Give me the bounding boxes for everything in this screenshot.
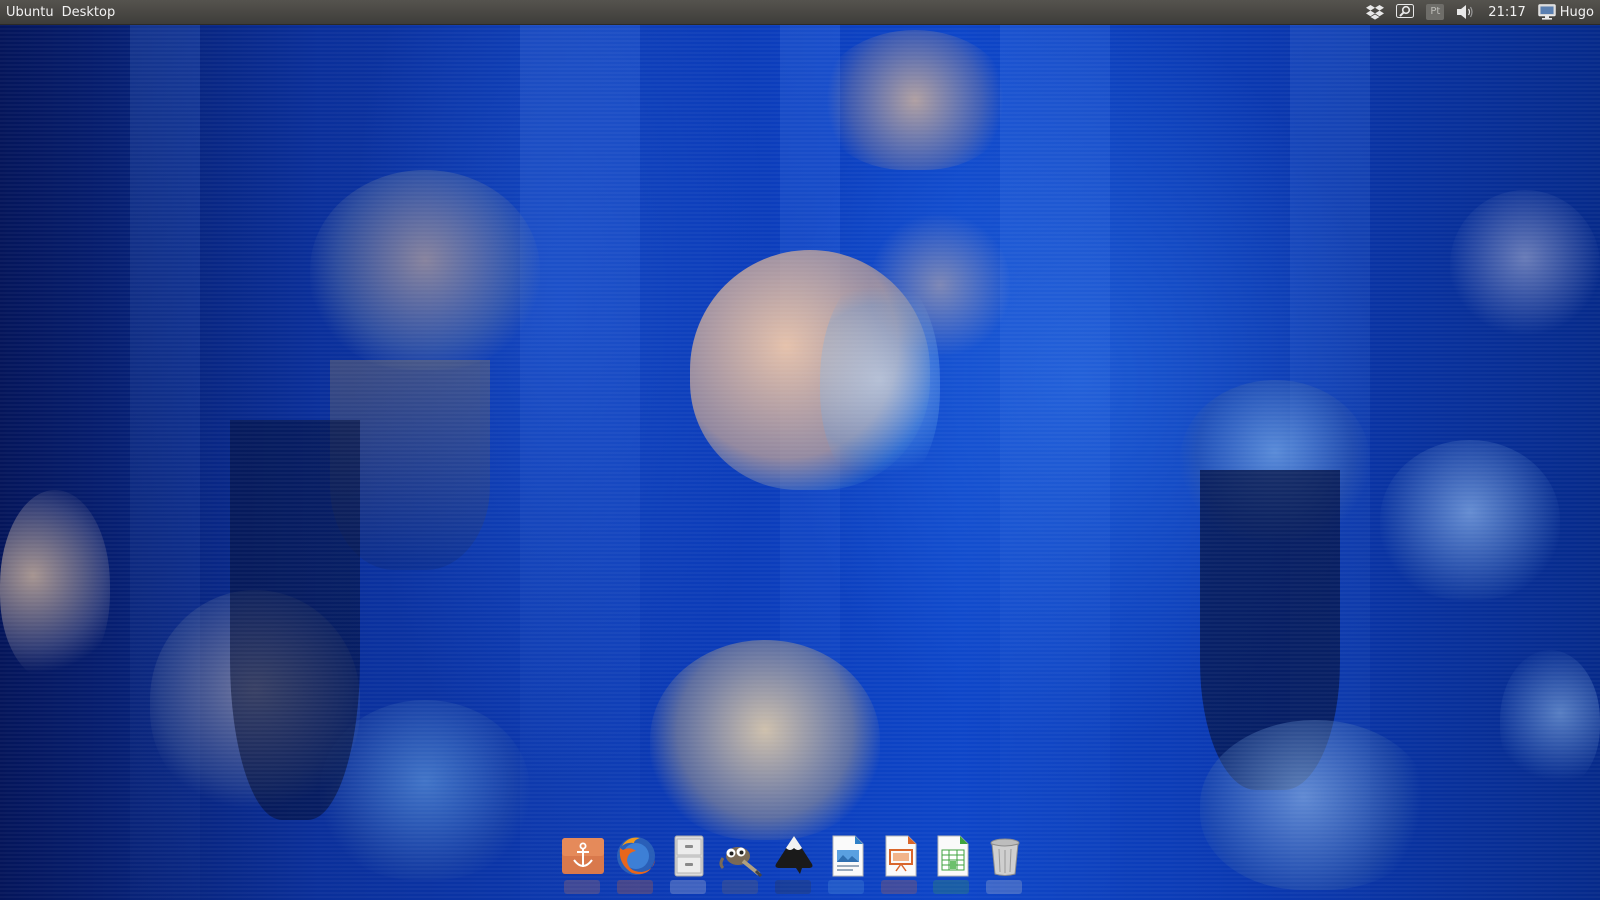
gimp-icon (719, 834, 763, 878)
libreoffice-calc-icon (930, 834, 974, 878)
inkscape-icon (772, 834, 816, 878)
dock-item-gimp[interactable] (718, 834, 764, 898)
search-icon[interactable] (1396, 0, 1415, 24)
keyboard-layout-icon[interactable]: Pt (1426, 0, 1445, 24)
volume-icon[interactable] (1456, 0, 1476, 24)
clock[interactable]: 21:17 (1488, 0, 1525, 24)
dock-item-calc[interactable] (929, 834, 975, 898)
ubuntu-menu[interactable]: Ubuntu (6, 5, 54, 20)
dock-item-firefox[interactable] (613, 834, 659, 898)
dock-item-files[interactable] (666, 834, 712, 898)
user-menu[interactable]: Hugo (1538, 4, 1594, 20)
user-name: Hugo (1559, 4, 1594, 20)
system-tray: Pt 21:17 Hugo (1354, 0, 1600, 24)
dock-item-writer[interactable] (824, 834, 870, 898)
keyboard-layout-label: Pt (1426, 4, 1445, 20)
dock-item-inkscape[interactable] (771, 834, 817, 898)
dropbox-icon[interactable] (1366, 0, 1385, 24)
top-menu: Ubuntu Desktop (0, 5, 123, 20)
monitor-icon (1538, 4, 1556, 20)
top-panel: Ubuntu Desktop Pt 21:17 Hugo (0, 0, 1600, 25)
dock-item-docky[interactable] (560, 834, 606, 898)
libreoffice-impress-icon (878, 834, 922, 878)
libreoffice-writer-icon (825, 834, 869, 878)
anchor-icon (561, 834, 605, 878)
trash-icon (983, 834, 1027, 878)
file-cabinet-icon (667, 834, 711, 878)
dock-item-impress[interactable] (877, 834, 923, 898)
dock (560, 834, 1028, 898)
dock-item-trash[interactable] (982, 834, 1028, 898)
firefox-icon (614, 834, 658, 878)
desktop-wallpaper (0, 0, 1600, 900)
desktop-menu[interactable]: Desktop (62, 5, 116, 20)
